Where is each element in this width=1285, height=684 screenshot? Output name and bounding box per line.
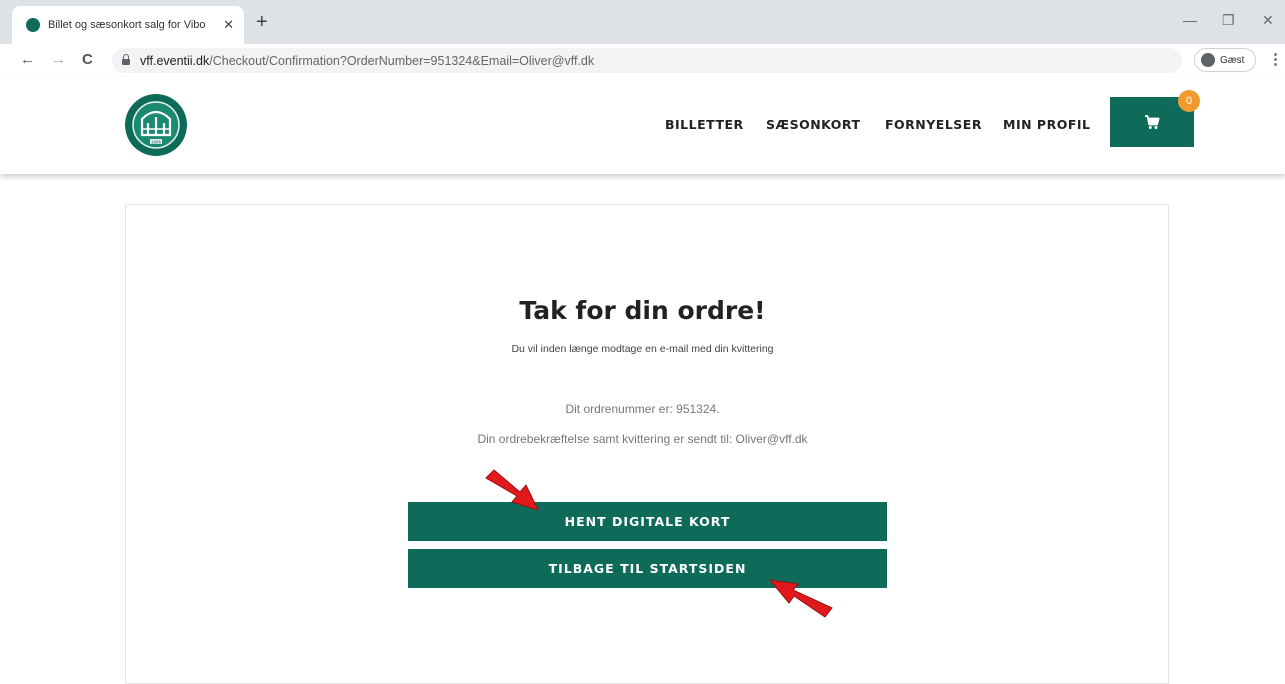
nav-fornyelser[interactable]: FORNYELSER: [885, 117, 982, 132]
nav-saesonkort[interactable]: SÆSONKORT: [766, 117, 861, 132]
annotation-arrow-icon: [768, 579, 833, 618]
lock-icon: [122, 54, 130, 65]
browser-toolbar: ← → C vff.eventii.dk/Checkout/Confirmati…: [0, 44, 1285, 78]
forward-icon[interactable]: →: [51, 52, 66, 68]
minimize-icon[interactable]: —: [1183, 12, 1197, 28]
order-number-text: Dit ordrenummer er: 951324.: [565, 402, 720, 416]
url-text: vff.eventii.dk/Checkout/Confirmation?Ord…: [140, 54, 594, 68]
profile-avatar-icon: [1201, 53, 1215, 67]
tab-close-icon[interactable]: ✕: [223, 17, 234, 33]
new-tab-icon[interactable]: +: [256, 12, 268, 32]
logo-year: 1896: [151, 140, 162, 145]
page-title: Tak for din ordre!: [519, 296, 766, 325]
profile-label: Gæst: [1220, 54, 1245, 66]
cart-count-badge: 0: [1178, 90, 1200, 112]
cart-icon: [1145, 114, 1160, 129]
window-close-icon[interactable]: ✕: [1262, 12, 1274, 28]
reload-icon[interactable]: C: [82, 52, 93, 68]
browser-menu-icon[interactable]: ⋮: [1268, 52, 1283, 68]
club-logo-icon[interactable]: 1896: [124, 93, 188, 157]
site-favicon-icon: [26, 18, 40, 32]
maximize-icon[interactable]: ❐: [1222, 12, 1235, 28]
browser-tab-bar: Billet og sæsonkort salg for Vibo ✕ + — …: [0, 0, 1285, 44]
url-host: vff.eventii.dk: [140, 53, 210, 68]
profile-button[interactable]: Gæst: [1194, 48, 1256, 72]
nav-billetter[interactable]: BILLETTER: [665, 117, 744, 132]
annotation-arrow-icon: [485, 469, 539, 511]
email-notice: Du vil inden længe modtage en e-mail med…: [511, 343, 774, 355]
receipt-sent-text: Din ordrebekræftelse samt kvittering er …: [477, 432, 808, 446]
site-header: 1896 BILLETTER SÆSONKORT FORNYELSER MIN …: [0, 77, 1285, 174]
address-bar[interactable]: vff.eventii.dk/Checkout/Confirmation?Ord…: [112, 48, 1182, 73]
url-path: /Checkout/Confirmation?OrderNumber=95132…: [209, 53, 595, 68]
tab-title: Billet og sæsonkort salg for Vibo: [48, 19, 206, 31]
back-icon[interactable]: ←: [20, 52, 35, 68]
browser-tab[interactable]: Billet og sæsonkort salg for Vibo ✕: [12, 6, 244, 44]
get-digital-cards-button[interactable]: HENT DIGITALE KORT: [408, 502, 887, 541]
nav-min-profil[interactable]: MIN PROFIL: [1003, 117, 1090, 132]
